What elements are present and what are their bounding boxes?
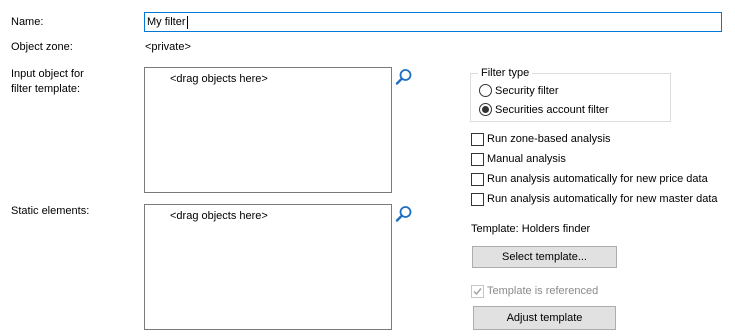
manual-analysis-checkbox[interactable]	[471, 153, 484, 166]
auto-price-checkbox[interactable]	[471, 173, 484, 186]
name-input[interactable]: My filter	[144, 12, 722, 32]
checkmark-icon	[473, 288, 482, 296]
adjust-template-button[interactable]: Adjust template	[473, 306, 616, 330]
name-label: Name:	[11, 16, 44, 28]
name-input-value: My filter	[147, 16, 186, 28]
select-template-button[interactable]: Select template...	[472, 246, 617, 268]
static-elements-dropzone[interactable]: <drag objects here>	[144, 204, 392, 330]
filter-type-title: Filter type	[478, 67, 533, 80]
input-object-placeholder: <drag objects here>	[170, 73, 268, 85]
object-zone-value: <private>	[145, 41, 191, 53]
static-elements-placeholder: <drag objects here>	[170, 210, 268, 222]
template-label: Template: Holders finder	[471, 223, 591, 235]
auto-master-checkbox[interactable]	[471, 193, 484, 206]
template-referenced-checkbox[interactable]	[471, 285, 484, 298]
magnifier-icon[interactable]	[395, 68, 413, 86]
manual-analysis-label[interactable]: Manual analysis	[487, 153, 566, 166]
magnifier-icon[interactable]	[395, 205, 413, 223]
input-object-label-line1: Input object for	[11, 68, 84, 80]
static-elements-label: Static elements:	[11, 205, 90, 217]
run-zone-based-label[interactable]: Run zone-based analysis	[487, 133, 611, 146]
object-zone-label: Object zone:	[11, 41, 73, 53]
auto-master-label[interactable]: Run analysis automatically for new maste…	[487, 193, 718, 206]
template-referenced-label: Template is referenced	[487, 285, 599, 297]
security-filter-radio[interactable]	[479, 84, 492, 97]
text-caret	[186, 15, 188, 29]
input-object-label: Input object for filter template:	[11, 67, 84, 97]
securities-account-filter-label[interactable]: Securities account filter	[495, 104, 609, 117]
securities-account-filter-radio[interactable]	[479, 103, 492, 116]
input-object-label-line2: filter template:	[11, 83, 81, 95]
input-object-dropzone[interactable]: <drag objects here>	[144, 67, 392, 193]
auto-price-label[interactable]: Run analysis automatically for new price…	[487, 173, 708, 186]
run-zone-based-checkbox[interactable]	[471, 133, 484, 146]
security-filter-label[interactable]: Security filter	[495, 85, 559, 98]
